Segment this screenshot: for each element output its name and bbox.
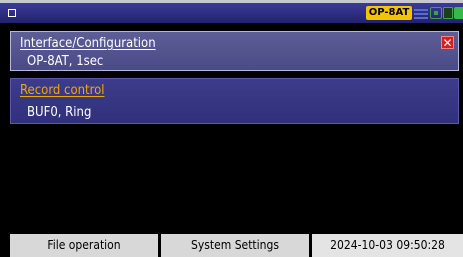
status-bar: OP-8AT <box>0 3 463 23</box>
system-settings-button[interactable]: System Settings <box>161 234 309 257</box>
interface-configuration-panel[interactable]: Interface/Configuration OP-8AT, 1sec ✕ <box>10 31 459 71</box>
datetime-display: 2024-10-03 09:50:28 <box>312 234 463 257</box>
interface-configuration-title[interactable]: Interface/Configuration <box>20 36 156 51</box>
record-control-panel[interactable]: Record control BUF0, Ring <box>10 78 459 124</box>
interface-configuration-value: OP-8AT, 1sec <box>27 54 104 69</box>
record-control-value: BUF0, Ring <box>27 105 92 120</box>
device-badge: OP-8AT <box>366 6 412 20</box>
close-icon[interactable]: ✕ <box>441 36 454 50</box>
sd-card-icon <box>443 7 453 19</box>
network-icon <box>414 7 428 19</box>
record-control-title[interactable]: Record control <box>20 83 105 98</box>
window-square-icon <box>8 9 16 17</box>
usb-icon <box>430 7 442 19</box>
bottom-bar: File operation System Settings 2024-10-0… <box>10 234 463 257</box>
battery-icon <box>454 7 463 19</box>
file-operation-button[interactable]: File operation <box>10 234 158 257</box>
